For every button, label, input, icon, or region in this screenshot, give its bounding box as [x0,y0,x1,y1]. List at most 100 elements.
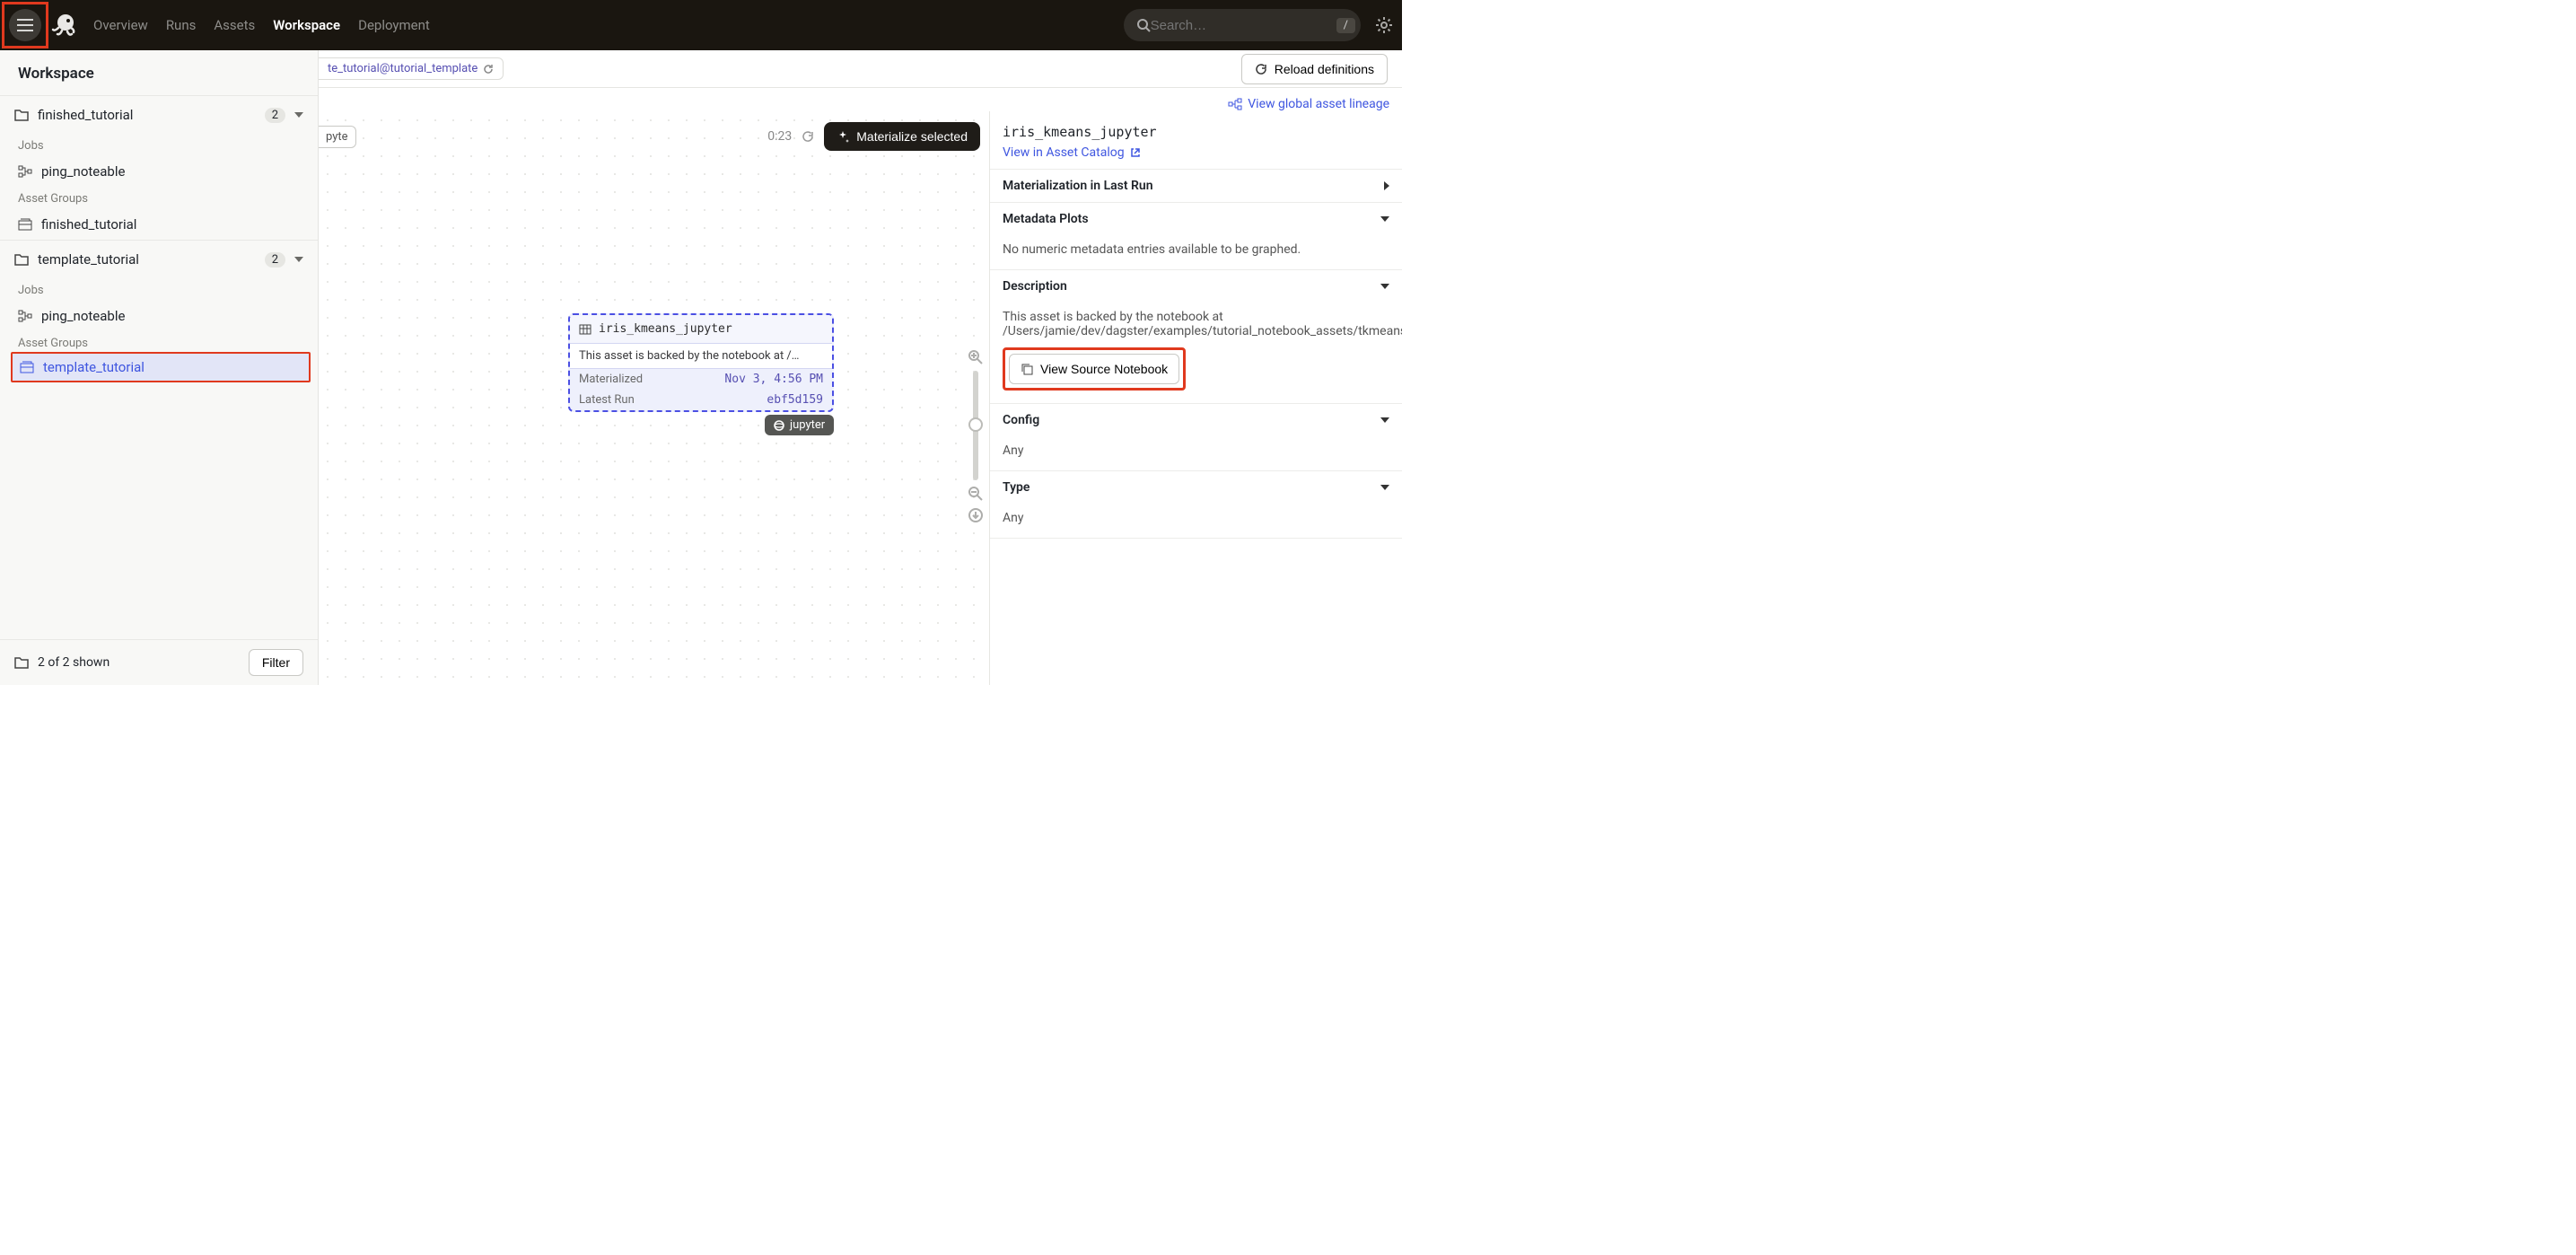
zoom-out-button[interactable] [968,486,984,502]
section-type-header[interactable]: Type [990,471,1402,504]
section-config-header[interactable]: Config [990,404,1402,436]
chevron-down-icon [1380,216,1389,222]
menu-button[interactable] [9,9,41,41]
hamburger-icon [17,19,33,31]
nav-assets[interactable]: Assets [214,17,255,33]
app-logo [48,11,77,39]
job-name: ping_noteable [41,163,125,180]
asset-node-desc: This asset is backed by the notebook at … [570,344,832,369]
repo-header-template[interactable]: template_tutorial 2 [0,241,318,278]
asset-node-header: iris_kmeans_jupyter [570,315,832,344]
asset-graph-canvas[interactable]: pyte 0:23 Materialize selected [319,111,989,685]
repo-header-finished[interactable]: finished_tutorial 2 [0,96,318,134]
asset-node-materialized: Materialized Nov 3, 4:56 PM [570,369,832,390]
lineage-row: View global asset lineage [319,88,1402,111]
sidebar-group-finished[interactable]: finished_tutorial [0,209,318,240]
breadcrumb-text: te_tutorial@tutorial_template [328,62,478,75]
catalog-link-text: View in Asset Catalog [1003,145,1125,160]
groups-label: Asset Groups [0,187,318,209]
sidebar-repo-template: template_tutorial 2 Jobs ping_noteable A… [0,240,318,381]
section-label: Materialization in Last Run [1003,179,1153,193]
table-icon [579,324,591,335]
sparkle-icon [837,130,849,143]
search-input[interactable] [1151,18,1329,33]
main-toolbar: te_tutorial@tutorial_template Reload def… [319,50,1402,88]
sidebar: Workspace finished_tutorial 2 Jobs ping_… [0,50,319,685]
view-source-notebook-button[interactable]: View Source Notebook [1009,354,1179,384]
materialize-button[interactable]: Materialize selected [824,122,980,151]
folder-icon [14,656,29,669]
repo-name: finished_tutorial [38,107,256,123]
nav-runs[interactable]: Runs [166,17,197,33]
chevron-right-icon [1384,181,1389,190]
nav-overview[interactable]: Overview [93,17,148,33]
settings-button[interactable] [1375,16,1393,34]
lineage-icon [1228,98,1242,110]
asset-node[interactable]: iris_kmeans_jupyter This asset is backed… [568,313,834,412]
section-description-header[interactable]: Description [990,270,1402,303]
section-materialization: Materialization in Last Run [990,170,1402,203]
materialized-value: Nov 3, 4:56 PM [724,373,823,386]
latest-run-label: Latest Run [579,393,635,407]
zoom-handle[interactable] [968,417,983,432]
download-button[interactable] [968,507,984,523]
latest-run-value[interactable]: ebf5d159 [767,393,823,407]
chevron-down-icon [1380,417,1389,423]
plots-body: No numeric metadata entries available to… [990,235,1402,269]
section-plots: Metadata Plots No numeric metadata entri… [990,203,1402,270]
refresh-graph-button[interactable] [801,129,815,144]
sidebar-job-ping2[interactable]: ping_noteable [0,301,318,331]
panel-header: iris_kmeans_jupyter View in Asset Catalo… [990,111,1402,170]
global-lineage-link[interactable]: View global asset lineage [1228,97,1389,111]
jupyter-tag-text: jupyter [790,418,825,432]
materialize-label: Materialize selected [856,129,968,144]
chevron-down-icon[interactable] [294,257,303,262]
filter-button[interactable]: Filter [249,649,303,676]
repo-count: 2 [265,108,285,123]
zoom-in-button[interactable] [968,349,984,365]
job-name: ping_noteable [41,308,125,324]
lineage-link-text: View global asset lineage [1248,97,1389,111]
section-config: Config Any [990,404,1402,471]
footer-count: 2 of 2 shown [38,655,110,670]
reload-icon[interactable] [483,64,494,75]
breadcrumb[interactable]: te_tutorial@tutorial_template [319,57,504,80]
sidebar-repo-finished: finished_tutorial 2 Jobs ping_noteable A… [0,95,318,240]
section-materialization-header[interactable]: Materialization in Last Run [990,170,1402,202]
asset-detail-panel: iris_kmeans_jupyter View in Asset Catalo… [989,111,1402,685]
sidebar-job-ping[interactable]: ping_noteable [0,156,318,187]
group-name: finished_tutorial [41,216,136,233]
filter-pill[interactable]: pyte [319,126,356,148]
chevron-down-icon[interactable] [294,112,303,118]
top-nav: Overview Runs Assets Workspace Deploymen… [0,0,1402,50]
search-kbd: / [1336,18,1355,33]
chevron-down-icon [1380,284,1389,289]
main: te_tutorial@tutorial_template Reload def… [319,50,1402,685]
reload-definitions-button[interactable]: Reload definitions [1241,54,1388,84]
section-plots-header[interactable]: Metadata Plots [990,203,1402,235]
sidebar-group-template[interactable]: template_tutorial [11,352,311,382]
asset-catalog-link[interactable]: View in Asset Catalog [1003,145,1141,160]
job-icon [18,310,32,322]
copy-icon [1021,363,1033,375]
asset-node-name: iris_kmeans_jupyter [599,322,732,336]
nav-deployment[interactable]: Deployment [358,17,430,33]
materialized-label: Materialized [579,373,643,386]
asset-node-latest-run: Latest Run ebf5d159 [570,390,832,410]
section-label: Description [1003,279,1067,294]
jupyter-tag[interactable]: jupyter [765,415,834,435]
section-description: Description This asset is backed by the … [990,270,1402,404]
folder-icon [14,109,29,121]
jobs-label: Jobs [0,134,318,156]
search-box[interactable]: / [1124,9,1361,41]
nav-workspace[interactable]: Workspace [273,17,340,33]
section-label: Metadata Plots [1003,212,1089,226]
gear-icon [1375,16,1393,34]
folder-icon [14,253,29,266]
external-link-icon [1130,147,1141,158]
search-icon [1136,18,1151,32]
sidebar-footer: 2 of 2 shown Filter [0,639,318,685]
notebook-button-label: View Source Notebook [1040,362,1168,376]
jobs-label: Jobs [0,278,318,301]
zoom-slider[interactable] [973,371,978,480]
